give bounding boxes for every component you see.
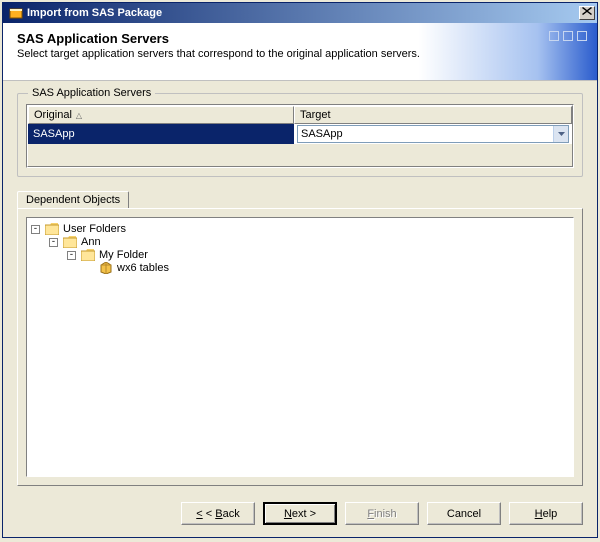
- tree-node-wx6-tables[interactable]: wx6 tables: [85, 261, 571, 275]
- collapse-icon[interactable]: -: [49, 238, 58, 247]
- cancel-button[interactable]: Cancel: [427, 502, 501, 525]
- window-title: Import from SAS Package: [27, 7, 579, 19]
- content-area: SAS Application Servers Original △ Targe…: [3, 81, 597, 492]
- collapse-icon[interactable]: -: [67, 251, 76, 260]
- original-cell: SASApp: [28, 124, 294, 144]
- back-button[interactable]: < < Back< Back: [181, 502, 255, 525]
- collapse-icon[interactable]: -: [31, 225, 40, 234]
- dependent-objects-section: Dependent Objects - User Folders: [17, 191, 583, 486]
- servers-fieldset: SAS Application Servers Original △ Targe…: [17, 93, 583, 177]
- table-row[interactable]: SASApp SASApp: [28, 124, 572, 144]
- leaf-spacer: [85, 264, 94, 273]
- tree-node-user-folders[interactable]: - User Folders - Ann: [31, 222, 571, 278]
- servers-table: Original △ Target SASApp SA: [26, 104, 574, 168]
- app-icon: [9, 6, 23, 20]
- close-icon: [582, 7, 592, 15]
- package-icon: [99, 262, 113, 274]
- target-select[interactable]: SASApp: [297, 125, 569, 143]
- column-header-target[interactable]: Target: [294, 106, 572, 124]
- table-header-row: Original △ Target: [28, 106, 572, 124]
- folder-icon: [81, 249, 95, 261]
- close-button[interactable]: [579, 6, 595, 20]
- tab-dependent-objects[interactable]: Dependent Objects: [17, 191, 129, 208]
- servers-legend: SAS Application Servers: [28, 87, 155, 99]
- page-subtitle: Select target application servers that c…: [17, 48, 583, 60]
- tree-node-my-folder[interactable]: - My Folder: [67, 248, 571, 276]
- dialog-window: Import from SAS Package SAS Application …: [2, 2, 598, 538]
- wizard-banner: SAS Application Servers Select target ap…: [3, 23, 597, 81]
- finish-button: Finish: [345, 502, 419, 525]
- folder-icon: [45, 223, 59, 235]
- page-title: SAS Application Servers: [17, 31, 583, 46]
- tree-view[interactable]: - User Folders - Ann: [26, 217, 574, 477]
- target-cell: SASApp: [294, 124, 572, 144]
- help-button[interactable]: Help: [509, 502, 583, 525]
- banner-decoration: [549, 31, 587, 41]
- tab-panel: - User Folders - Ann: [17, 208, 583, 486]
- chevron-down-icon: [558, 132, 565, 136]
- tree-node-ann[interactable]: - Ann -: [49, 235, 571, 277]
- wizard-buttons: < < Back< Back Next > Finish Cancel Help: [3, 492, 597, 537]
- folder-icon: [63, 236, 77, 248]
- dropdown-button[interactable]: [553, 126, 568, 142]
- next-button[interactable]: Next >: [263, 502, 337, 525]
- sort-ascending-icon: △: [76, 111, 82, 120]
- title-bar[interactable]: Import from SAS Package: [3, 3, 597, 23]
- column-header-original[interactable]: Original △: [28, 106, 294, 124]
